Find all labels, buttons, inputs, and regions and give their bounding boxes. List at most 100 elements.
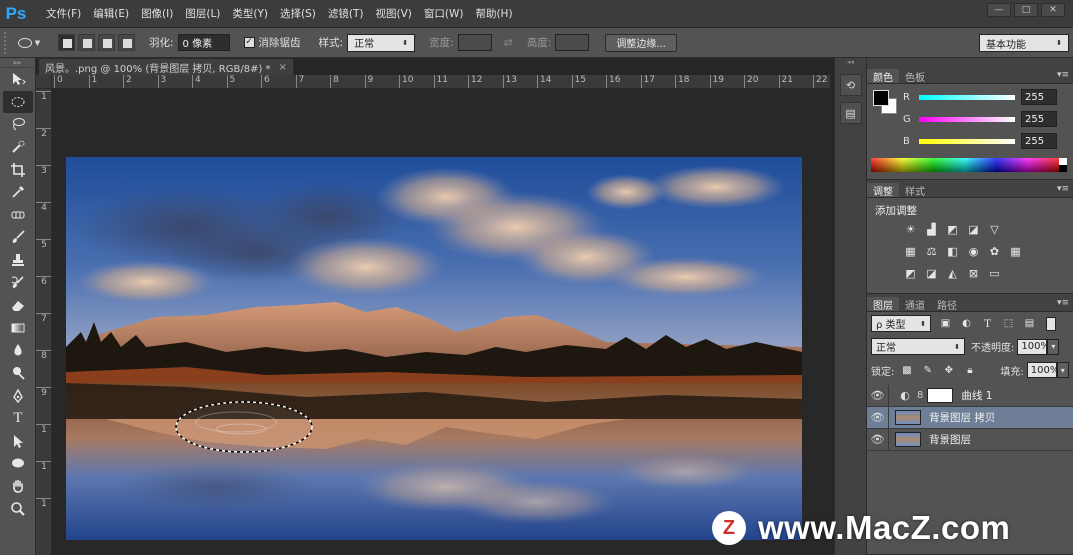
- workspace-select[interactable]: 基本功能 ⬍: [979, 34, 1069, 52]
- invert-icon[interactable]: ◩: [903, 266, 918, 281]
- menu-help[interactable]: 帮助(H): [469, 0, 518, 28]
- close-button[interactable]: ✕: [1041, 3, 1065, 17]
- eye-icon[interactable]: 👁︎: [867, 384, 889, 407]
- tools-collapse-grip[interactable]: ▸▸: [0, 58, 35, 68]
- ellipse-shape-tool-icon[interactable]: [3, 452, 33, 475]
- layer-mask-thumbnail[interactable]: [927, 388, 954, 403]
- layer-thumbnail[interactable]: [895, 432, 921, 447]
- dodge-tool-icon[interactable]: [3, 362, 33, 385]
- filter-smart-object-icon[interactable]: ▤: [1023, 317, 1036, 330]
- feather-input[interactable]: 0 像素: [177, 34, 230, 51]
- red-value-input[interactable]: 255: [1021, 89, 1057, 105]
- zoom-tool-icon[interactable]: [3, 497, 33, 520]
- history-brush-tool-icon[interactable]: [3, 271, 33, 294]
- menu-window[interactable]: 窗口(W): [418, 0, 470, 28]
- layer-name[interactable]: 背景图层: [929, 432, 971, 447]
- hue-saturation-icon[interactable]: ▦: [903, 244, 918, 259]
- close-icon[interactable]: ×: [279, 62, 287, 73]
- blend-mode-select[interactable]: 正常 ⬍: [871, 338, 965, 355]
- layer-filter-select[interactable]: ρ 类型 ⬍: [871, 315, 931, 332]
- channel-mixer-icon[interactable]: ✿: [987, 244, 1002, 259]
- panel-menu-icon[interactable]: ▾≡: [1057, 70, 1069, 80]
- fill-dropdown-icon[interactable]: ▾: [1056, 362, 1069, 378]
- maximize-button[interactable]: □: [1014, 3, 1038, 17]
- eyedropper-tool-icon[interactable]: [3, 181, 33, 204]
- black-white-icon[interactable]: ◧: [945, 244, 960, 259]
- color-lookup-icon[interactable]: ▦: [1008, 244, 1023, 259]
- layer-row[interactable]: 👁︎ 背景图层: [867, 428, 1073, 451]
- eye-icon[interactable]: 👁︎: [867, 428, 889, 451]
- new-selection-button[interactable]: [58, 34, 75, 51]
- green-value-input[interactable]: 255: [1021, 111, 1057, 127]
- panel-menu-icon[interactable]: ▾≡: [1057, 184, 1069, 194]
- filter-toggle-switch[interactable]: [1046, 316, 1056, 331]
- vertical-ruler[interactable]: 1 2 3 4 5 6 7 8 9 1 1 1: [36, 89, 52, 555]
- minimize-button[interactable]: —: [987, 3, 1011, 17]
- menu-view[interactable]: 视图(V): [369, 0, 417, 28]
- photo-filter-icon[interactable]: ◉: [966, 244, 981, 259]
- filter-pixel-icon[interactable]: ▣: [939, 317, 952, 330]
- lasso-tool-icon[interactable]: [3, 113, 33, 136]
- lock-all-icon[interactable]: 🔒︎: [963, 364, 976, 377]
- tab-channels[interactable]: 通道: [899, 297, 931, 312]
- exposure-icon[interactable]: ◪: [966, 222, 981, 237]
- filter-shape-icon[interactable]: ⬚: [1002, 317, 1015, 330]
- opacity-input[interactable]: 100%: [1017, 338, 1050, 355]
- add-to-selection-button[interactable]: [78, 34, 95, 51]
- menu-image[interactable]: 图像(I): [135, 0, 179, 28]
- clone-stamp-tool-icon[interactable]: [3, 249, 33, 272]
- intersect-selection-button[interactable]: [118, 34, 135, 51]
- posterize-icon[interactable]: ◪: [924, 266, 939, 281]
- blue-value-input[interactable]: 255: [1021, 133, 1057, 149]
- selective-color-icon[interactable]: ▭: [987, 266, 1002, 281]
- spot-healing-tool-icon[interactable]: [3, 204, 33, 227]
- brush-tool-icon[interactable]: [3, 226, 33, 249]
- tab-layers[interactable]: 图层: [867, 297, 899, 312]
- tab-swatches[interactable]: 色板: [899, 69, 931, 84]
- tab-styles[interactable]: 样式: [899, 183, 931, 198]
- tab-paths[interactable]: 路径: [931, 297, 963, 312]
- subtract-from-selection-button[interactable]: [98, 34, 115, 51]
- vibrance-icon[interactable]: ▽: [987, 222, 1002, 237]
- blue-slider[interactable]: [919, 138, 1015, 144]
- document-tab[interactable]: 风景。.png @ 100% (背景图层 拷贝, RGB/8#) * ×: [38, 58, 294, 75]
- blur-tool-icon[interactable]: [3, 339, 33, 362]
- black-white-ramp[interactable]: [1059, 158, 1067, 172]
- canvas-image[interactable]: [66, 157, 802, 540]
- eraser-tool-icon[interactable]: [3, 294, 33, 317]
- tool-preset-picker[interactable]: ▼: [12, 32, 46, 54]
- menu-type[interactable]: 类型(Y): [226, 0, 274, 28]
- menu-filter[interactable]: 滤镜(T): [322, 0, 370, 28]
- green-slider[interactable]: [919, 116, 1015, 122]
- antialias-checkbox[interactable]: ✓: [243, 37, 255, 48]
- layer-row[interactable]: 👁︎ ◐ 8 曲线 1: [867, 384, 1073, 407]
- properties-panel-icon[interactable]: ▤: [839, 102, 862, 124]
- foreground-color-chip[interactable]: [873, 90, 889, 106]
- horizontal-ruler[interactable]: 0 1 2 3 4 5 6 7 8 9 10 11 12 13 14 15 16 17 18 19 20 21 22: [52, 75, 830, 89]
- lock-image-icon[interactable]: ✎: [921, 364, 934, 377]
- panel-menu-icon[interactable]: ▾≡: [1057, 298, 1069, 308]
- link-icon[interactable]: 8: [917, 390, 923, 401]
- color-spectrum-ramp[interactable]: [871, 158, 1059, 172]
- tab-adjustments[interactable]: 调整: [867, 183, 899, 198]
- tab-color[interactable]: 颜色: [867, 69, 899, 84]
- options-grip[interactable]: [4, 31, 12, 54]
- filter-type-icon[interactable]: T: [981, 316, 994, 330]
- quick-selection-tool-icon[interactable]: [3, 136, 33, 159]
- eye-icon[interactable]: 👁︎: [867, 406, 889, 429]
- opacity-dropdown-icon[interactable]: ▾: [1047, 338, 1060, 355]
- menu-select[interactable]: 选择(S): [274, 0, 322, 28]
- layer-row[interactable]: 👁︎ 背景图层 拷贝: [867, 406, 1073, 429]
- menu-layer[interactable]: 图层(L): [179, 0, 226, 28]
- path-selection-tool-icon[interactable]: [3, 430, 33, 453]
- gradient-tool-icon[interactable]: [3, 317, 33, 340]
- levels-icon[interactable]: ▟: [924, 222, 939, 237]
- curves-icon[interactable]: ◩: [945, 222, 960, 237]
- menu-file[interactable]: 文件(F): [40, 0, 87, 28]
- layer-thumbnail[interactable]: [895, 410, 921, 425]
- panel-grip[interactable]: ◂◂: [835, 58, 866, 68]
- fill-input[interactable]: 100%: [1026, 362, 1059, 378]
- crop-tool-icon[interactable]: [3, 158, 33, 181]
- move-tool-icon[interactable]: [3, 68, 33, 91]
- elliptical-marquee-tool-icon[interactable]: [3, 90, 33, 114]
